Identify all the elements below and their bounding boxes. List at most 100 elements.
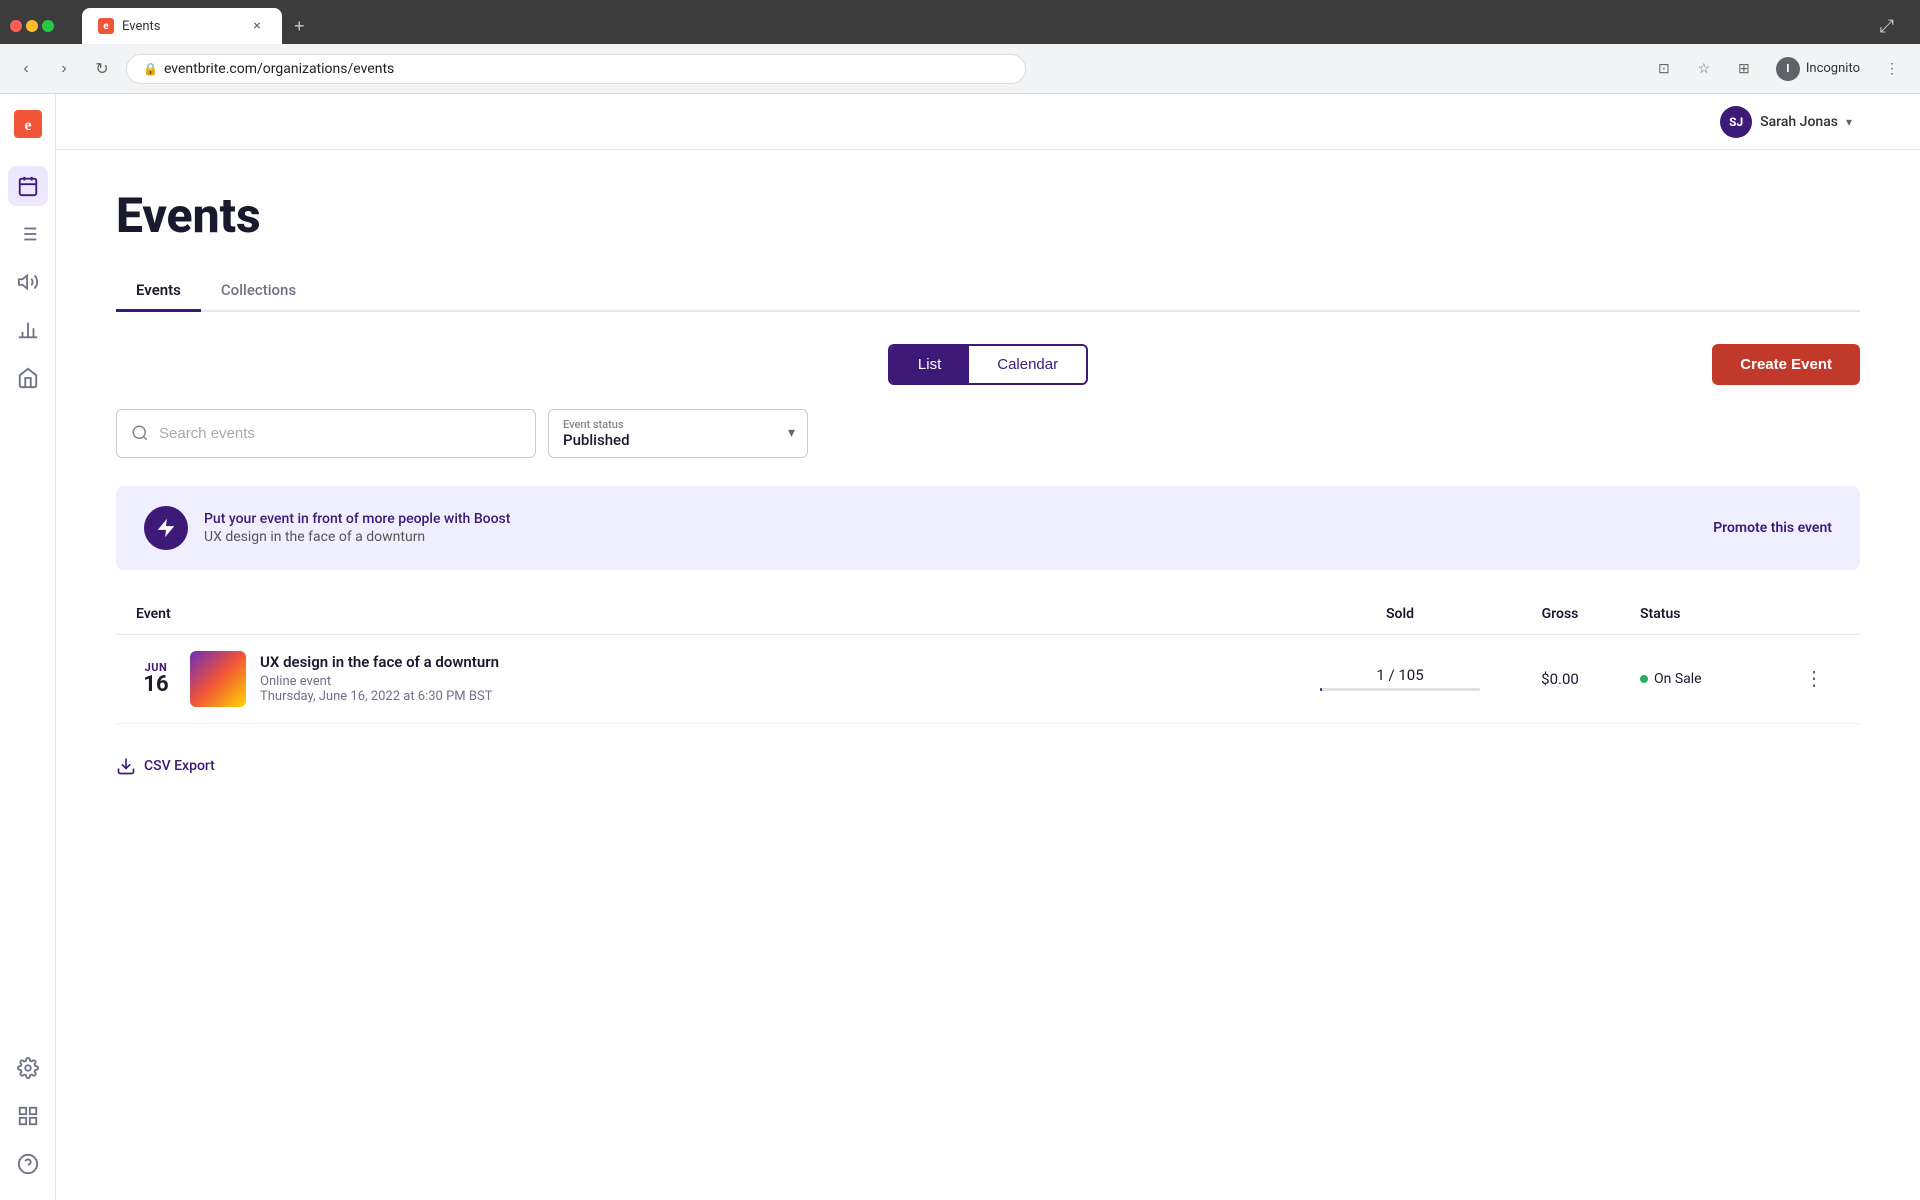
status-filter-value: Published [563, 431, 793, 449]
app-header: SJ Sarah Jonas ▾ [56, 94, 1920, 150]
sidebar-item-help[interactable] [8, 1144, 48, 1184]
create-event-btn[interactable]: Create Event [1712, 344, 1860, 385]
status-filter-label: Event status [563, 418, 793, 431]
sold-value: 1 / 105 [1320, 666, 1480, 684]
user-menu-chevron: ▾ [1846, 115, 1852, 129]
sidebar-item-settings[interactable] [8, 1048, 48, 1088]
incognito-menu[interactable]: I Incognito [1768, 53, 1868, 85]
event-type: Online event [260, 674, 499, 689]
calendar-view-btn[interactable]: Calendar [969, 346, 1086, 383]
gear-icon [17, 1057, 39, 1079]
sidebar-item-marketing[interactable] [8, 262, 48, 302]
toolbar-actions: ⊡ ☆ ⊞ I Incognito ⋮ [1648, 53, 1908, 85]
csv-export-label: CSV Export [144, 758, 215, 774]
search-icon [131, 424, 149, 442]
event-date: JUN 16 [136, 661, 176, 696]
sidebar-bottom [8, 1048, 48, 1184]
nav-back-btn[interactable]: ‹ [12, 55, 40, 83]
filter-bar: Event status Published ▾ [116, 409, 1860, 458]
browser-chrome: Events × + ⤢ ‹ › ↻ 🔒 eventbrite.com/orga… [0, 0, 1920, 94]
page-title: Events [116, 190, 261, 243]
event-day: 16 [136, 674, 176, 696]
lock-icon: 🔒 [143, 62, 158, 76]
address-text: eventbrite.com/organizations/events [164, 61, 1009, 77]
page-content: Events Events Collections List Calendar … [56, 150, 1920, 824]
active-tab[interactable]: Events × [82, 8, 282, 44]
promote-event-link[interactable]: Promote this event [1713, 520, 1832, 536]
address-bar[interactable]: 🔒 eventbrite.com/organizations/events [126, 54, 1026, 84]
question-icon [17, 1153, 39, 1175]
new-tab-btn[interactable]: + [286, 12, 313, 41]
tab-events[interactable]: Events [116, 271, 201, 312]
incognito-avatar: I [1776, 57, 1800, 81]
window-close-btn[interactable] [10, 20, 22, 32]
boost-banner: Put your event in front of more people w… [116, 486, 1860, 570]
row-more-actions[interactable]: ⋮ [1800, 662, 1840, 695]
list-icon [17, 223, 39, 245]
sidebar-item-reports[interactable] [8, 310, 48, 350]
sidebar-item-apps[interactable] [8, 1096, 48, 1136]
more-btn[interactable]: ⋮ [1800, 662, 1828, 695]
event-thumbnail-image [190, 651, 246, 707]
boost-subtitle: UX design in the face of a downturn [204, 529, 1697, 545]
grid-icon [17, 1105, 39, 1127]
tab-bar: Events × + ⤢ [0, 0, 1920, 44]
user-name: Sarah Jonas [1760, 114, 1838, 130]
app-container: e [0, 94, 1920, 1200]
event-name[interactable]: UX design in the face of a downturn [260, 653, 499, 671]
page-title-area: Events [116, 190, 261, 271]
table-row: JUN 16 UX design in the face of a downtu… [116, 635, 1860, 724]
event-cell: JUN 16 UX design in the face of a downtu… [136, 651, 1320, 707]
sidebar-logo: e [14, 110, 42, 142]
chart-bar-icon [17, 319, 39, 341]
user-menu[interactable]: SJ Sarah Jonas ▾ [1712, 102, 1860, 142]
status-dot [1640, 675, 1648, 683]
event-datetime: Thursday, June 16, 2022 at 6:30 PM BST [260, 689, 499, 704]
col-header-sold: Sold [1320, 606, 1480, 622]
lightning-icon [155, 517, 177, 539]
main-area: SJ Sarah Jonas ▾ Events Events Collectio… [56, 94, 1920, 1200]
profile-btn[interactable]: ⊞ [1728, 53, 1760, 85]
browser-toolbar: ‹ › ↻ 🔒 eventbrite.com/organizations/eve… [0, 44, 1920, 94]
bookmark-btn[interactable]: ☆ [1688, 53, 1720, 85]
search-input[interactable] [159, 425, 521, 442]
event-info: UX design in the face of a downturn Onli… [260, 653, 499, 704]
list-view-btn[interactable]: List [890, 346, 969, 383]
sold-bar-fill [1320, 688, 1322, 691]
col-header-event: Event [136, 606, 1320, 622]
boost-text: Put your event in front of more people w… [204, 511, 1697, 545]
status-dropdown[interactable]: Event status Published ▾ [548, 409, 808, 458]
gross-cell: $0.00 [1480, 670, 1640, 688]
user-avatar: SJ [1720, 106, 1752, 138]
view-controls: List Calendar Create Event [116, 344, 1860, 385]
col-header-gross: Gross [1480, 606, 1640, 622]
table-header: Event Sold Gross Status [116, 594, 1860, 635]
more-options-btn[interactable]: ⋮ [1876, 53, 1908, 85]
window-expand-btn[interactable]: ⤢ [1880, 16, 1894, 37]
sidebar-item-orders[interactable] [8, 214, 48, 254]
download-icon [116, 756, 136, 776]
tab-collections[interactable]: Collections [201, 271, 316, 312]
cast-btn[interactable]: ⊡ [1648, 53, 1680, 85]
window-minimize-btn[interactable] [26, 20, 38, 32]
bank-icon [17, 367, 39, 389]
incognito-label: Incognito [1806, 61, 1860, 76]
status-text: On Sale [1654, 671, 1702, 687]
boost-title: Put your event in front of more people w… [204, 511, 1697, 527]
window-maximize-btn[interactable] [42, 20, 54, 32]
sidebar-item-events[interactable] [8, 166, 48, 206]
tab-close-btn[interactable]: × [248, 17, 266, 35]
nav-refresh-btn[interactable]: ↻ [88, 55, 116, 83]
status-cell: On Sale [1640, 671, 1800, 687]
sidebar-item-finance[interactable] [8, 358, 48, 398]
tab-title: Events [122, 19, 240, 34]
calendar-icon [17, 175, 39, 197]
nav-forward-btn[interactable]: › [50, 55, 78, 83]
dropdown-chevron-icon: ▾ [788, 425, 795, 441]
tabs: Events Collections [116, 271, 1860, 312]
view-btn-group: List Calendar [888, 344, 1088, 385]
eventbrite-logo-icon: e [14, 110, 42, 138]
events-table: Event Sold Gross Status JUN 16 [116, 594, 1860, 724]
search-box [116, 409, 536, 458]
csv-export[interactable]: CSV Export [116, 748, 1860, 784]
